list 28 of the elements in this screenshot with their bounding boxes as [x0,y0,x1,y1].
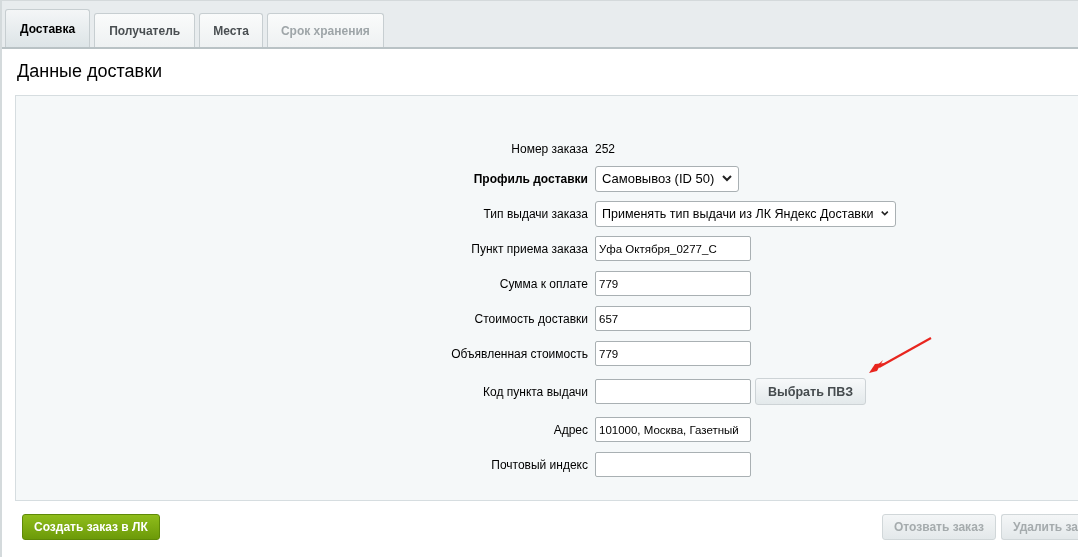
field-label: Код пункта выдачи [482,384,589,399]
tab[interactable]: Получатель [94,13,196,47]
field-label: Адрес [552,422,589,437]
field-value: 252 [595,142,616,156]
section-title: Данные доставки [16,60,164,83]
field-label: Тип выдачи заказа [482,206,589,221]
select-pickup-button[interactable]: Выбрать ПВЗ [755,378,866,405]
dropdown[interactable]: Применять тип выдачи из ЛК Яндекс Доставки [595,200,896,227]
input-field[interactable]: 101000, Москва, Газетный [595,417,751,442]
tab[interactable]: Места [199,13,263,47]
chevron-down-icon [722,175,733,182]
input-field[interactable]: 657 [595,306,751,331]
annotation-arrow [867,336,933,376]
dropdown[interactable]: Самовывоз (ID 50) [595,165,740,192]
field-label: Сумма к оплате [498,276,589,291]
field-label: Профиль доставки [472,171,589,186]
field-label: Почтовый индекс [490,457,589,472]
input-field[interactable]: Уфа Октября_0277_С [595,236,751,261]
tab[interactable]: Доставка [5,9,91,47]
input-field[interactable] [595,379,751,404]
input-field[interactable]: 779 [595,341,751,366]
input-field[interactable] [595,452,751,477]
chevron-down-icon [881,210,889,217]
field-label: Номер заказа [510,142,589,156]
input-field[interactable]: 779 [595,271,751,296]
field-label: Объявленная стоимость [450,346,589,361]
field-label: Пункт приема заказа [470,241,589,256]
field-label: Стоимость доставки [473,311,589,326]
